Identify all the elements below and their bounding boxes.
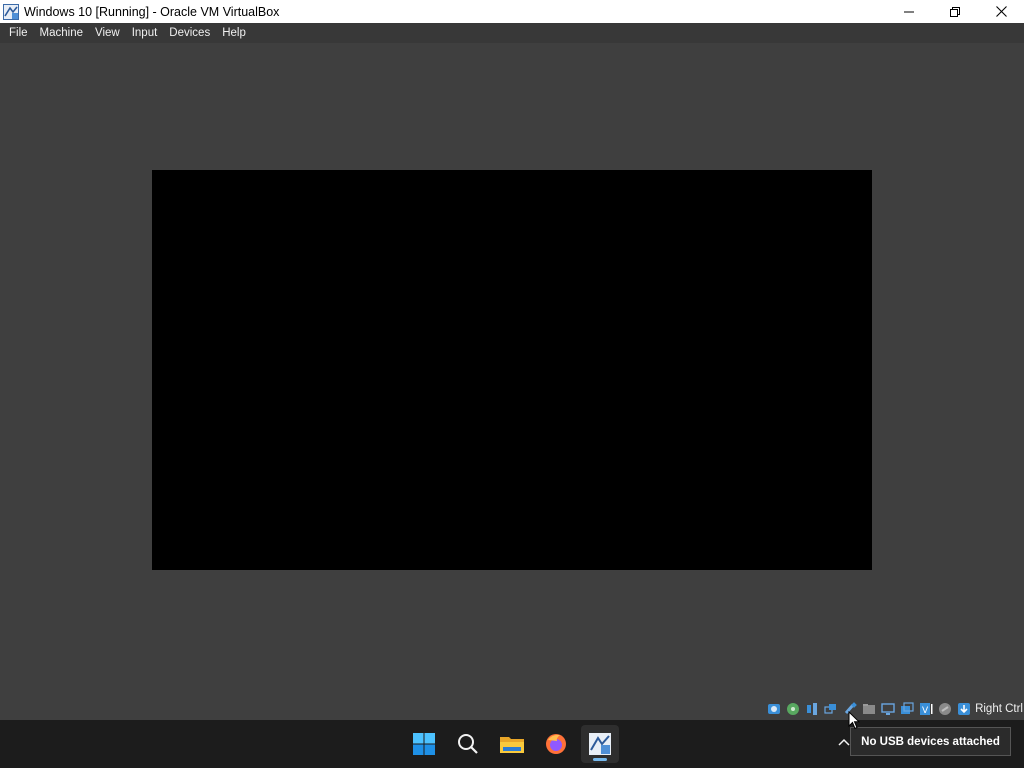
chevron-up-icon — [838, 738, 850, 746]
menu-devices[interactable]: Devices — [164, 23, 215, 43]
menu-input[interactable]: Input — [127, 23, 163, 43]
menu-file[interactable]: File — [4, 23, 33, 43]
minimize-icon — [904, 11, 914, 12]
maximize-button[interactable] — [932, 0, 978, 23]
title-bar[interactable]: Windows 10 [Running] - Oracle VM Virtual… — [0, 0, 1024, 23]
minimize-button[interactable] — [886, 0, 932, 23]
hard-disk-icon[interactable] — [767, 702, 781, 716]
virtualization-icon[interactable]: V — [919, 702, 933, 716]
file-explorer-icon — [500, 737, 524, 753]
display-icon[interactable] — [881, 702, 895, 716]
virtualbox-icon — [3, 3, 19, 20]
svg-text:V: V — [922, 706, 929, 716]
recording-icon[interactable] — [900, 702, 914, 716]
vm-display[interactable] — [152, 170, 872, 570]
keyboard-icon[interactable] — [957, 702, 971, 716]
file-explorer-button[interactable] — [493, 725, 531, 763]
restore-icon — [950, 6, 960, 17]
host-key-label[interactable]: Right Ctrl — [975, 703, 1023, 715]
network-icon[interactable] — [824, 702, 838, 716]
close-icon — [995, 6, 1007, 17]
optical-drive-icon[interactable] — [786, 702, 800, 716]
mouse-integration-icon[interactable] — [938, 702, 952, 716]
usb-tooltip: No USB devices attached — [850, 727, 1011, 756]
shared-folders-icon[interactable] — [862, 702, 876, 716]
virtualbox-window: Windows 10 [Running] - Oracle VM Virtual… — [0, 0, 1024, 720]
window-title: Windows 10 [Running] - Oracle VM Virtual… — [24, 4, 280, 19]
start-button[interactable] — [405, 725, 443, 763]
status-bar: V Right Ctrl — [0, 698, 1024, 720]
close-button[interactable] — [978, 0, 1024, 23]
menu-view[interactable]: View — [90, 23, 125, 43]
active-indicator — [593, 758, 607, 761]
firefox-icon — [546, 734, 566, 754]
search-icon — [458, 734, 478, 754]
menu-help[interactable]: Help — [217, 23, 251, 43]
window-controls — [886, 0, 1024, 23]
menu-bar: File Machine View Input Devices Help — [0, 23, 1024, 43]
menu-machine[interactable]: Machine — [35, 23, 88, 43]
mouse-cursor-icon — [848, 711, 860, 730]
start-icon — [413, 733, 435, 755]
virtualbox-taskbar-button[interactable] — [581, 725, 619, 763]
audio-icon[interactable] — [805, 702, 819, 716]
search-button[interactable] — [449, 725, 487, 763]
virtualbox-icon — [589, 733, 611, 755]
firefox-button[interactable] — [537, 725, 575, 763]
